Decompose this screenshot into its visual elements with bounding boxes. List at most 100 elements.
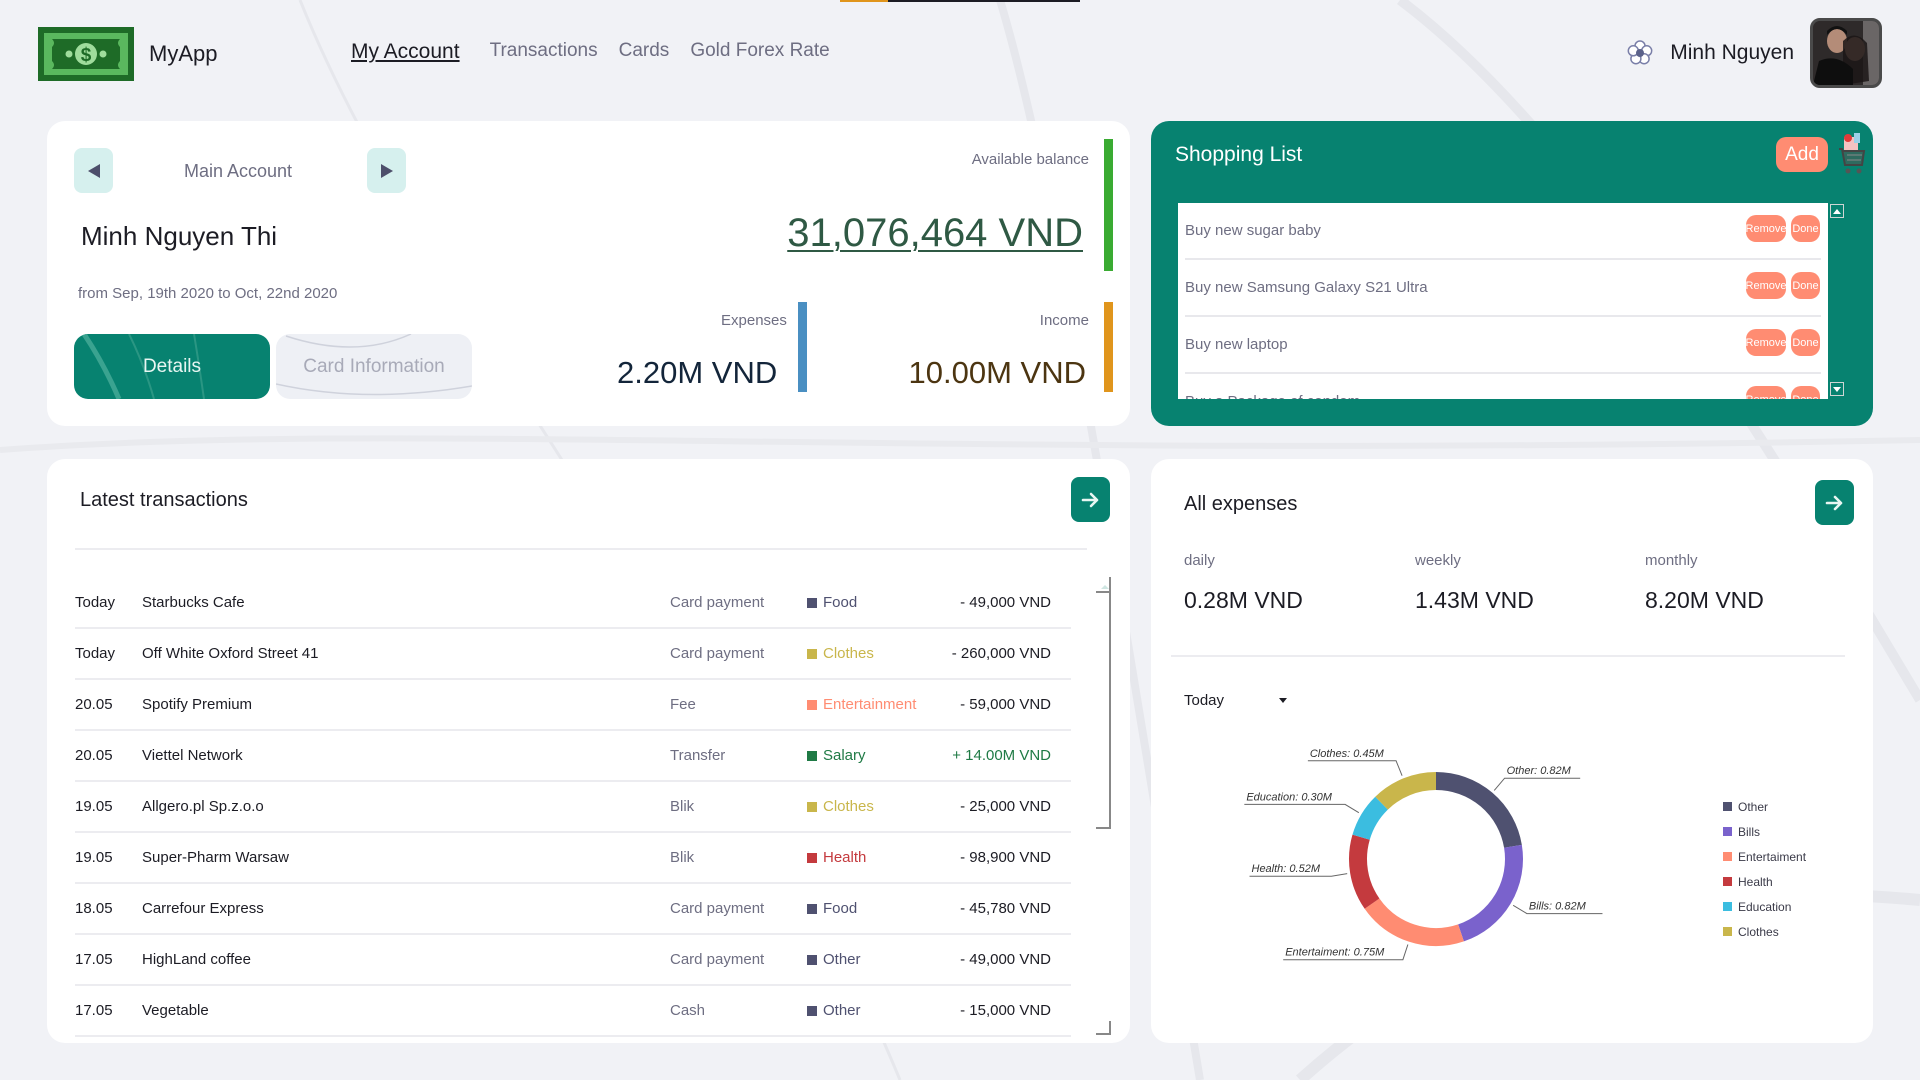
weekly-label: weekly — [1415, 552, 1461, 569]
transaction-row[interactable]: 19.05 Allgero.pl Sp.z.o.o Blik Clothes - 25,… — [75, 782, 1071, 833]
legend-item[interactable]: Clothes — [1723, 919, 1806, 944]
donut-slice-other[interactable] — [1435, 772, 1522, 849]
transaction-name: HighLand coffee — [142, 951, 251, 968]
transaction-method: Card payment — [670, 951, 765, 968]
transaction-category: Food — [807, 594, 857, 611]
avatar[interactable] — [1810, 18, 1882, 88]
transaction-row[interactable]: 17.05 Vegetable Cash Other - 15,000 VND — [75, 986, 1071, 1037]
account-summary-card: Main Account Minh Nguyen Thi from Sep, 1… — [47, 121, 1130, 426]
monthly-value: 8.20M VND — [1645, 587, 1764, 613]
transaction-date: Today — [75, 594, 116, 611]
nav-gold-forex-rate[interactable]: Gold Forex Rate — [690, 40, 829, 64]
transaction-method: Card payment — [670, 594, 765, 611]
shopping-items-list[interactable]: Buy new sugar baby Remove Done Buy new Sams… — [1178, 203, 1828, 399]
transaction-date: 17.05 — [75, 951, 113, 968]
donut-slice-bills[interactable] — [1457, 844, 1523, 942]
transaction-category: Clothes — [807, 798, 874, 815]
scroll-down-button[interactable] — [1830, 382, 1844, 396]
legend-item[interactable]: Entertaiment — [1723, 844, 1806, 869]
shopping-list-item: Buy new Samsung Galaxy S21 Ultra Remove Do… — [1185, 260, 1821, 317]
remove-item-button[interactable]: Remove — [1746, 329, 1786, 356]
add-item-button[interactable]: Add — [1776, 137, 1828, 172]
transaction-name: Starbucks Cafe — [142, 594, 245, 611]
transactions-title: Latest transactions — [80, 489, 248, 511]
category-color-swatch — [807, 648, 817, 659]
arrow-right-icon — [1825, 495, 1842, 510]
transaction-category: Salary — [807, 747, 866, 764]
done-item-button[interactable]: Done — [1791, 272, 1820, 299]
transaction-row[interactable]: 19.05 Super-Pharm Warsaw Blik Health - 98,90… — [75, 833, 1071, 884]
tab-card-information[interactable]: Card Information — [276, 334, 472, 399]
donut-slice-entertaiment[interactable] — [1364, 898, 1464, 946]
transactions-list[interactable]: Today Starbucks Cafe Card payment Food - 49,… — [75, 578, 1071, 1037]
flower-icon[interactable] — [1626, 39, 1654, 67]
donut-slice-clothes[interactable] — [1375, 772, 1437, 810]
resize-handle[interactable] — [1096, 1021, 1111, 1035]
transaction-method: Card payment — [670, 900, 765, 917]
done-item-button[interactable]: Done — [1791, 386, 1820, 399]
next-account-button[interactable] — [367, 148, 406, 193]
legend-item[interactable]: Education — [1723, 894, 1806, 919]
done-item-button[interactable]: Done — [1791, 329, 1820, 356]
scroll-up-icon[interactable] — [1101, 585, 1109, 589]
category-label: Health — [823, 849, 867, 866]
remove-item-button[interactable]: Remove — [1746, 386, 1786, 399]
legend-item[interactable]: Bills — [1723, 819, 1806, 844]
legend-swatch — [1723, 802, 1732, 811]
view-all-expenses-button[interactable] — [1815, 480, 1854, 525]
legend-item[interactable]: Health — [1723, 869, 1806, 894]
transaction-row[interactable]: Today Starbucks Cafe Card payment Food - 49,… — [75, 578, 1071, 629]
nav-transactions[interactable]: Transactions — [490, 40, 598, 64]
daily-expense: daily 0.28M VND — [1184, 552, 1303, 614]
transaction-row[interactable]: Today Off White Oxford Street 41 Card paym… — [75, 629, 1071, 680]
donut-slice-health[interactable] — [1349, 834, 1380, 909]
transaction-row[interactable]: 17.05 HighLand coffee Card payment Other - 4… — [75, 935, 1071, 986]
nav-my-account[interactable]: My Account — [351, 40, 460, 64]
latest-transactions-card: Latest transactions Today Starbucks Cafe C… — [47, 459, 1130, 1043]
done-item-button[interactable]: Done — [1791, 215, 1820, 242]
tab-details[interactable]: Details — [74, 334, 270, 399]
view-all-transactions-button[interactable] — [1071, 477, 1110, 522]
previous-account-button[interactable] — [74, 148, 113, 193]
chart-legend: Other Bills Entertaiment Health Education Clo… — [1723, 794, 1806, 944]
money-bill-icon[interactable]: $ — [38, 27, 134, 81]
nav-cards[interactable]: Cards — [619, 40, 670, 64]
transaction-method: Blik — [670, 849, 695, 866]
transaction-amount: - 25,000 VND — [960, 798, 1051, 815]
shopping-item-text: Buy new Samsung Galaxy S21 Ultra — [1185, 279, 1428, 296]
transaction-category: Other — [807, 951, 861, 968]
donut-slice-education[interactable] — [1352, 796, 1389, 841]
legend-swatch — [1723, 902, 1732, 911]
expenses-donut-chart: Other: 0.82M Bills: 0.82M Entertaiment: 0.… — [1244, 748, 1603, 961]
available-balance-value[interactable]: 31,076,464 VND — [787, 211, 1083, 256]
transactions-scrollbar[interactable] — [1109, 577, 1111, 829]
legend-swatch — [1723, 927, 1732, 936]
range-select[interactable]: Today — [1184, 692, 1287, 709]
legend-item[interactable]: Other — [1723, 794, 1806, 819]
category-label: Entertainment — [823, 696, 917, 713]
category-color-swatch — [807, 954, 817, 965]
legend-label: Bills — [1738, 824, 1761, 839]
transaction-amount: - 49,000 VND — [960, 951, 1051, 968]
legend-label: Other — [1738, 799, 1769, 814]
transaction-name: Vegetable — [142, 1002, 209, 1019]
transaction-row[interactable]: 18.05 Carrefour Express Card payment Food - … — [75, 884, 1071, 935]
category-color-swatch — [807, 597, 817, 608]
transaction-category: Other — [807, 1002, 861, 1019]
category-label: Clothes — [823, 645, 874, 662]
transaction-method: Card payment — [670, 645, 765, 662]
transaction-row[interactable]: 20.05 Spotify Premium Fee Entertainment - 59… — [75, 680, 1071, 731]
transaction-amount: - 15,000 VND — [960, 1002, 1051, 1019]
shopping-list-item: Buy new laptop Remove Done — [1185, 317, 1821, 374]
scroll-up-button[interactable] — [1830, 204, 1844, 218]
daily-value: 0.28M VND — [1184, 587, 1303, 613]
remove-item-button[interactable]: Remove — [1746, 215, 1786, 242]
transaction-row[interactable]: 20.05 Viettel Network Transfer Salary + 14.0… — [75, 731, 1071, 782]
main-nav: My Account Transactions Cards Gold Forex… — [351, 40, 830, 64]
top-navigation-bar: $ MyApp My Account Transactions Cards Go… — [0, 0, 1920, 110]
expenses-accent-bar — [798, 302, 807, 392]
slice-data-label: Entertaiment: 0.75M — [1285, 947, 1385, 959]
transaction-name: Super-Pharm Warsaw — [142, 849, 289, 866]
remove-item-button[interactable]: Remove — [1746, 272, 1786, 299]
account-label: Main Account — [184, 161, 293, 181]
